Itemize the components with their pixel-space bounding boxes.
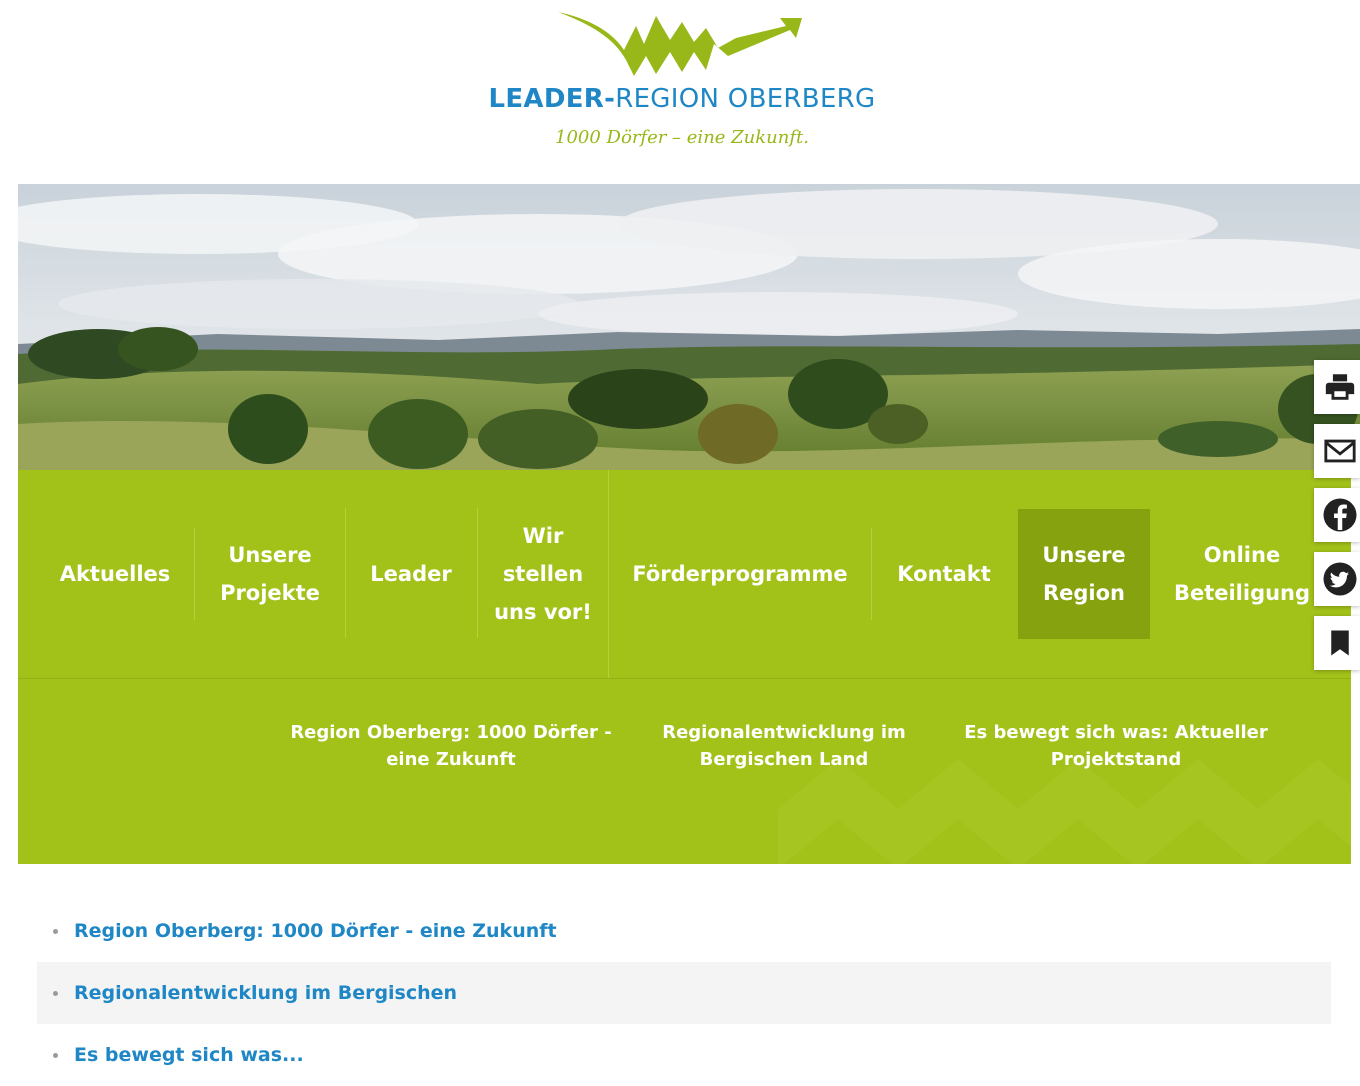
list-item: Regionalentwicklung im Bergischen (37, 962, 1331, 1024)
subnav-item-es-bewegt-sich-was[interactable]: Es bewegt sich was: Aktueller Projektsta… (953, 719, 1279, 773)
nav-divider (871, 528, 872, 620)
nav-item-label: Wir stellen uns vor! (494, 524, 592, 624)
bullet-icon (53, 1052, 58, 1058)
nav-item-label: Kontakt (897, 562, 991, 586)
main-navigation: Aktuelles Unsere Projekte Leader Wir ste… (18, 470, 1351, 679)
content-link-regionalentwicklung[interactable]: Regionalentwicklung im Bergischen (74, 982, 457, 1004)
facebook-icon (1323, 498, 1357, 532)
nav-divider (477, 508, 478, 638)
print-icon (1325, 374, 1355, 400)
nav-item-aktuelles[interactable]: Aktuelles (53, 470, 177, 678)
nav-item-label: Unsere Projekte (220, 543, 320, 605)
content-link-region-oberberg[interactable]: Region Oberberg: 1000 Dörfer - eine Zuku… (74, 920, 557, 942)
print-button[interactable] (1314, 360, 1360, 414)
nav-item-label: Aktuelles (59, 562, 171, 586)
list-item: Region Oberberg: 1000 Dörfer - eine Zuku… (37, 900, 1331, 962)
nav-item-unsere-region[interactable]: Unsere Region (1017, 470, 1151, 678)
nav-item-foerderprogramme[interactable]: Förderprogramme (623, 470, 857, 678)
bookmark-button[interactable] (1314, 616, 1360, 670)
list-item: Es bewegt sich was... (37, 1024, 1331, 1086)
twitter-icon (1323, 562, 1357, 596)
leader-logo-mark-icon (558, 12, 802, 76)
site-logo[interactable]: LEADER-REGION OBERBERG 1000 Dörfer – ein… (0, 0, 1360, 180)
nav-item-label: Unsere Region (1042, 543, 1126, 605)
facebook-button[interactable] (1314, 488, 1360, 542)
nav-item-kontakt[interactable]: Kontakt (886, 470, 1002, 678)
bookmark-icon (1331, 630, 1349, 656)
nav-item-unsere-projekte[interactable]: Unsere Projekte (214, 470, 326, 678)
site-tagline: 1000 Dörfer – eine Zukunft. (555, 127, 809, 148)
nav-divider (608, 470, 609, 678)
nav-divider (194, 528, 195, 620)
hero-image (18, 184, 1360, 470)
subnav-item-regionalentwicklung[interactable]: Regionalentwicklung im Bergischen Land (654, 719, 914, 773)
content-link-list: Region Oberberg: 1000 Dörfer - eine Zuku… (37, 900, 1331, 1086)
sub-navigation: Region Oberberg: 1000 Dörfer - eine Zuku… (18, 679, 1351, 864)
nav-item-label: Förderprogramme (632, 562, 848, 586)
nav-item-wir-stellen-uns-vor[interactable]: Wir stellen uns vor! (494, 470, 592, 678)
bullet-icon (53, 928, 58, 934)
site-title: LEADER-REGION OBERBERG (488, 84, 876, 114)
nav-item-label: Leader (370, 562, 452, 586)
nav-divider (345, 508, 346, 638)
mail-button[interactable] (1314, 424, 1360, 478)
twitter-button[interactable] (1314, 552, 1360, 606)
mail-icon (1324, 439, 1356, 463)
bullet-icon (53, 990, 58, 996)
nav-item-label: Online Beteiligung (1173, 543, 1311, 605)
nav-item-leader[interactable]: Leader (363, 470, 459, 678)
nav-item-active-box: Unsere Region (1018, 509, 1150, 639)
subnav-item-region-oberberg[interactable]: Region Oberberg: 1000 Dörfer - eine Zuku… (290, 719, 612, 773)
nav-item-online-beteiligung[interactable]: Online Beteiligung (1166, 470, 1318, 678)
